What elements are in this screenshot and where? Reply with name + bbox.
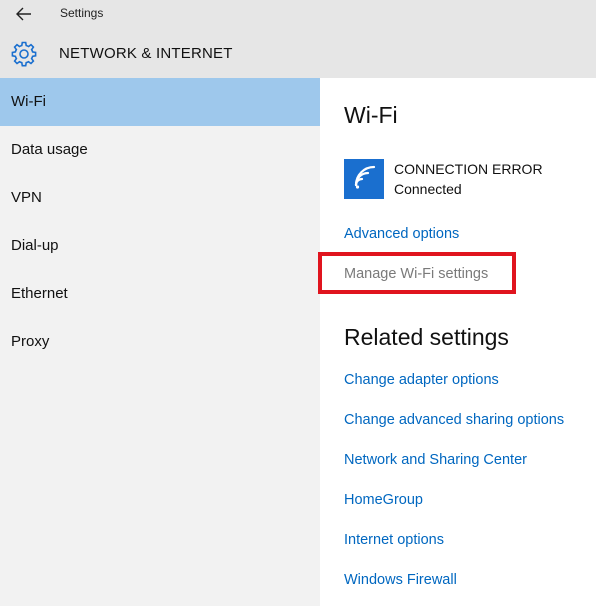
main-content: Wi-Fi CONNECTION ERROR Connected Advance… bbox=[320, 78, 596, 606]
sidebar-item-dial-up[interactable]: Dial-up bbox=[0, 222, 320, 270]
change-adapter-options-link[interactable]: Change adapter options bbox=[344, 372, 499, 388]
sidebar-item-ethernet[interactable]: Ethernet bbox=[0, 270, 320, 318]
connection-name: CONNECTION ERROR bbox=[394, 161, 543, 177]
section-title: NETWORK & INTERNET bbox=[59, 45, 233, 62]
manage-wifi-settings-link[interactable]: Manage Wi-Fi settings bbox=[344, 266, 488, 282]
settings-window: Settings NETWORK & INTERNET Wi-Fi Data u… bbox=[0, 0, 596, 606]
app-title: Settings bbox=[60, 6, 104, 20]
advanced-options-link[interactable]: Advanced options bbox=[344, 226, 459, 242]
sidebar: Wi-Fi Data usage VPN Dial-up Ethernet Pr… bbox=[0, 78, 320, 606]
sidebar-item-proxy[interactable]: Proxy bbox=[0, 318, 320, 366]
gear-icon bbox=[11, 41, 37, 67]
wifi-icon bbox=[354, 165, 376, 189]
related-settings-heading: Related settings bbox=[344, 324, 509, 350]
network-sharing-center-link[interactable]: Network and Sharing Center bbox=[344, 452, 527, 468]
back-arrow-icon bbox=[16, 7, 31, 21]
page-title: Wi-Fi bbox=[344, 102, 398, 128]
title-bar: Settings NETWORK & INTERNET bbox=[0, 0, 596, 78]
change-advanced-sharing-link[interactable]: Change advanced sharing options bbox=[344, 412, 564, 428]
homegroup-link[interactable]: HomeGroup bbox=[344, 492, 423, 508]
sidebar-item-data-usage[interactable]: Data usage bbox=[0, 126, 320, 174]
sidebar-item-wifi[interactable]: Wi-Fi bbox=[0, 78, 320, 126]
back-button[interactable] bbox=[12, 4, 36, 24]
windows-firewall-link[interactable]: Windows Firewall bbox=[344, 572, 457, 588]
connection-status: Connected bbox=[394, 181, 462, 197]
sidebar-item-vpn[interactable]: VPN bbox=[0, 174, 320, 222]
internet-options-link[interactable]: Internet options bbox=[344, 532, 444, 548]
wifi-connection-tile[interactable] bbox=[344, 159, 384, 199]
